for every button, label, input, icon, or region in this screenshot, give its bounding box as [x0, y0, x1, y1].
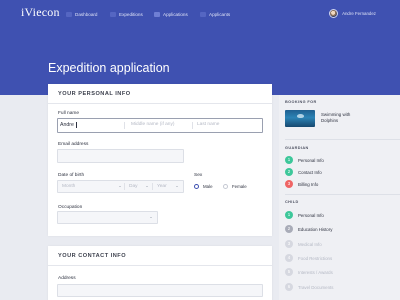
female-label[interactable]: Female	[232, 184, 247, 189]
chevron-down-icon	[146, 186, 148, 187]
nav-dashboard[interactable]: Dashboard	[66, 10, 97, 18]
step-number-badge: 3	[285, 239, 293, 248]
field-separator	[192, 122, 193, 129]
email-label: Email address	[58, 142, 89, 147]
expeditions-icon	[110, 11, 116, 17]
applications-icon	[154, 11, 160, 17]
child-heading: CHILD	[285, 200, 299, 204]
user-menu[interactable]: Andre Fernandez	[329, 9, 376, 18]
personal-info-heading: YOUR PERSONAL INFO	[48, 84, 272, 104]
address-field[interactable]	[57, 284, 263, 297]
nav-expeditions-label: Expeditions	[119, 11, 143, 17]
booking-heading: BOOKING FOR	[285, 100, 317, 104]
divider	[285, 194, 400, 195]
chevron-down-icon	[150, 217, 152, 218]
chevron-down-icon	[176, 186, 178, 187]
step-number-badge: 6	[285, 282, 293, 291]
avatar	[329, 9, 339, 18]
sex-label: Sex	[194, 173, 203, 178]
app-logo[interactable]: iViecon	[21, 5, 60, 20]
month-select[interactable]: Month	[62, 184, 75, 189]
step-link[interactable]: Medical Info	[298, 242, 322, 247]
nav-applications[interactable]: Applications	[154, 10, 188, 18]
field-separator	[124, 122, 125, 129]
chevron-down-icon	[119, 186, 121, 187]
step-number-badge: 1	[285, 211, 293, 219]
step-number-badge: 2	[285, 168, 293, 176]
day-select[interactable]: Day	[129, 184, 138, 189]
expedition-thumbnail	[285, 110, 315, 127]
user-name: Andre Fernandez	[342, 11, 376, 16]
divider	[285, 139, 400, 140]
middle-name-input[interactable]: Middle name (if any)	[131, 122, 174, 127]
guardian-heading: GUARDIAN	[285, 146, 309, 150]
nav-applications-label: Applications	[163, 11, 188, 17]
field-separator	[124, 183, 125, 190]
nav-applicants[interactable]: Applicants	[200, 10, 230, 18]
top-navigation: iViecon Dashboard Expeditions Applicatio…	[0, 0, 400, 26]
female-radio[interactable]	[223, 184, 228, 189]
nav-expeditions[interactable]: Expeditions	[110, 10, 143, 18]
step-number-badge: 1	[285, 156, 293, 164]
email-field[interactable]	[57, 149, 184, 163]
contact-info-heading: YOUR CONTACT INFO	[48, 246, 272, 266]
step-link[interactable]: Food Restrictions	[298, 256, 332, 261]
last-name-input[interactable]: Last name	[197, 122, 219, 127]
step-link[interactable]: Travel Documents	[298, 285, 333, 290]
fullname-label: Full name	[58, 111, 80, 116]
step-link[interactable]: Interests / Awards	[298, 270, 333, 275]
year-select[interactable]: Year	[157, 184, 167, 189]
field-separator	[152, 183, 153, 190]
step-link[interactable]: Contact Info	[298, 170, 322, 175]
booking-title[interactable]: Swimming with Dolphins	[321, 112, 361, 124]
dashboard-icon	[66, 11, 72, 17]
page-title: Expedition application	[48, 61, 170, 75]
first-name-input[interactable]: Andre	[60, 122, 74, 128]
address-label: Address	[58, 276, 76, 281]
step-link[interactable]: Education History	[298, 227, 332, 232]
male-radio[interactable]	[194, 184, 199, 189]
male-label[interactable]: Male	[203, 184, 213, 189]
nav-applicants-label: Applicants	[209, 11, 231, 17]
text-cursor	[76, 122, 77, 128]
step-link[interactable]: Personal Info	[298, 213, 324, 218]
occupation-select[interactable]	[57, 211, 158, 224]
step-link[interactable]: Billing Info	[298, 182, 318, 187]
applicants-icon	[200, 11, 206, 17]
dob-label: Date of birth	[58, 173, 85, 178]
step-number-badge: 3	[285, 180, 293, 188]
occupation-label: Occupation	[58, 205, 83, 210]
nav-dashboard-label: Dashboard	[75, 11, 98, 17]
dolphin-image	[297, 114, 304, 118]
step-link[interactable]: Personal Info	[298, 158, 324, 163]
step-number-badge: 4	[285, 253, 293, 262]
